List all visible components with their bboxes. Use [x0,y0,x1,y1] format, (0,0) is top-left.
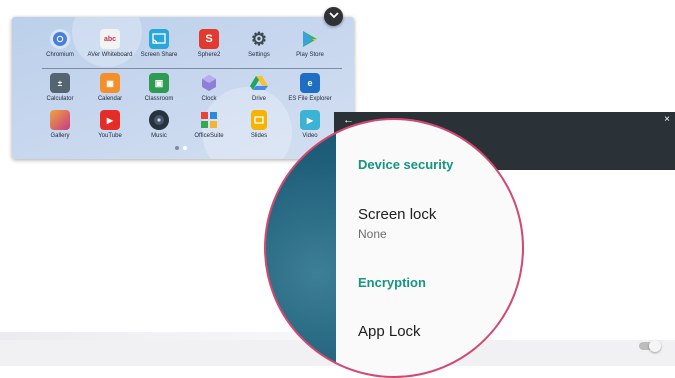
app-youtube[interactable]: ▶ YouTube [83,110,137,139]
sphere2-icon: S [199,29,219,49]
app-settings[interactable]: ⚙ Settings [232,28,286,59]
app-play-store[interactable]: Play Store [283,29,337,58]
app-label: Clock [201,96,217,102]
classroom-icon: ▣ [149,73,169,93]
app-label: Chromium [46,52,74,58]
app-label: Slides [250,133,268,139]
app-label: Settings [248,52,270,58]
page-indicator [175,146,187,150]
calculator-icon: ± [50,73,70,93]
app-aver-whiteboard[interactable]: abc AVer Whiteboard [83,29,137,58]
app-label: YouTube [98,133,122,139]
officesuite-icon [199,110,219,130]
screen-lock-value: None [358,227,387,241]
app-label: Music [151,133,167,139]
app-label: Calculator [46,96,74,102]
app-label: Gallery [50,133,70,139]
youtube-icon: ▶ [100,110,120,130]
app-music[interactable]: Music [132,110,186,139]
app-screen-share[interactable]: Screen Share [132,29,186,58]
app-label: Classroom [144,96,174,102]
app-officesuite[interactable]: OfficeSuite [182,110,236,139]
drive-icon [249,73,269,93]
clock-icon [199,73,219,93]
app-clock[interactable]: Clock [182,73,236,102]
cast-icon [149,29,169,49]
play-store-icon [300,29,320,49]
encryption-heading: Encryption [358,275,426,290]
page-dot[interactable] [175,146,179,150]
app-chromium[interactable]: Chromium [33,29,87,58]
drawer-divider [42,68,342,69]
app-gallery[interactable]: Gallery [33,110,87,139]
music-icon [149,110,169,130]
calendar-icon: ▦ [100,73,120,93]
app-calculator[interactable]: ± Calculator [33,73,87,102]
device-security-heading: Device security [358,157,454,172]
app-label: ES File Explorer [288,96,332,102]
slides-icon [251,110,267,130]
app-calendar[interactable]: ▦ Calendar [83,73,137,102]
app-sphere2[interactable]: S Sphere2 [182,29,236,58]
screen-lock-item[interactable]: Screen lock [358,206,436,223]
app-label: Calendar [97,96,123,102]
app-label: OfficeSuite [194,133,224,139]
collapse-drawer-button[interactable] [324,7,343,26]
whiteboard-icon: abc [100,29,120,49]
app-es-file-explorer[interactable]: e ES File Explorer [283,73,337,102]
file-explorer-icon: e [300,73,320,93]
app-classroom[interactable]: ▣ Classroom [132,73,186,102]
settings-sheet: Device security Screen lock None Encrypt… [336,120,522,376]
app-label: Play Store [296,52,324,58]
app-drive[interactable]: Drive [232,73,286,102]
app-label: AVer Whiteboard [87,52,133,58]
chevron-down-icon [328,11,339,22]
app-lock-item[interactable]: App Lock [358,323,421,340]
gallery-icon [50,110,70,130]
app-label: Sphere2 [197,52,221,58]
app-slides[interactable]: Slides [232,110,286,139]
chromium-icon [50,29,70,49]
page-dot-active[interactable] [183,146,187,150]
gear-icon: ⚙ [250,28,268,49]
app-label: Screen Share [140,52,178,58]
close-icon[interactable]: × [664,114,670,125]
app-drawer: Chromium abc AVer Whiteboard Screen Shar… [12,17,354,159]
magnified-settings-view: Device security Screen lock None Encrypt… [264,118,524,378]
video-icon: ▶ [300,110,320,130]
app-label: Drive [251,96,266,102]
toggle-switch[interactable] [639,340,661,352]
